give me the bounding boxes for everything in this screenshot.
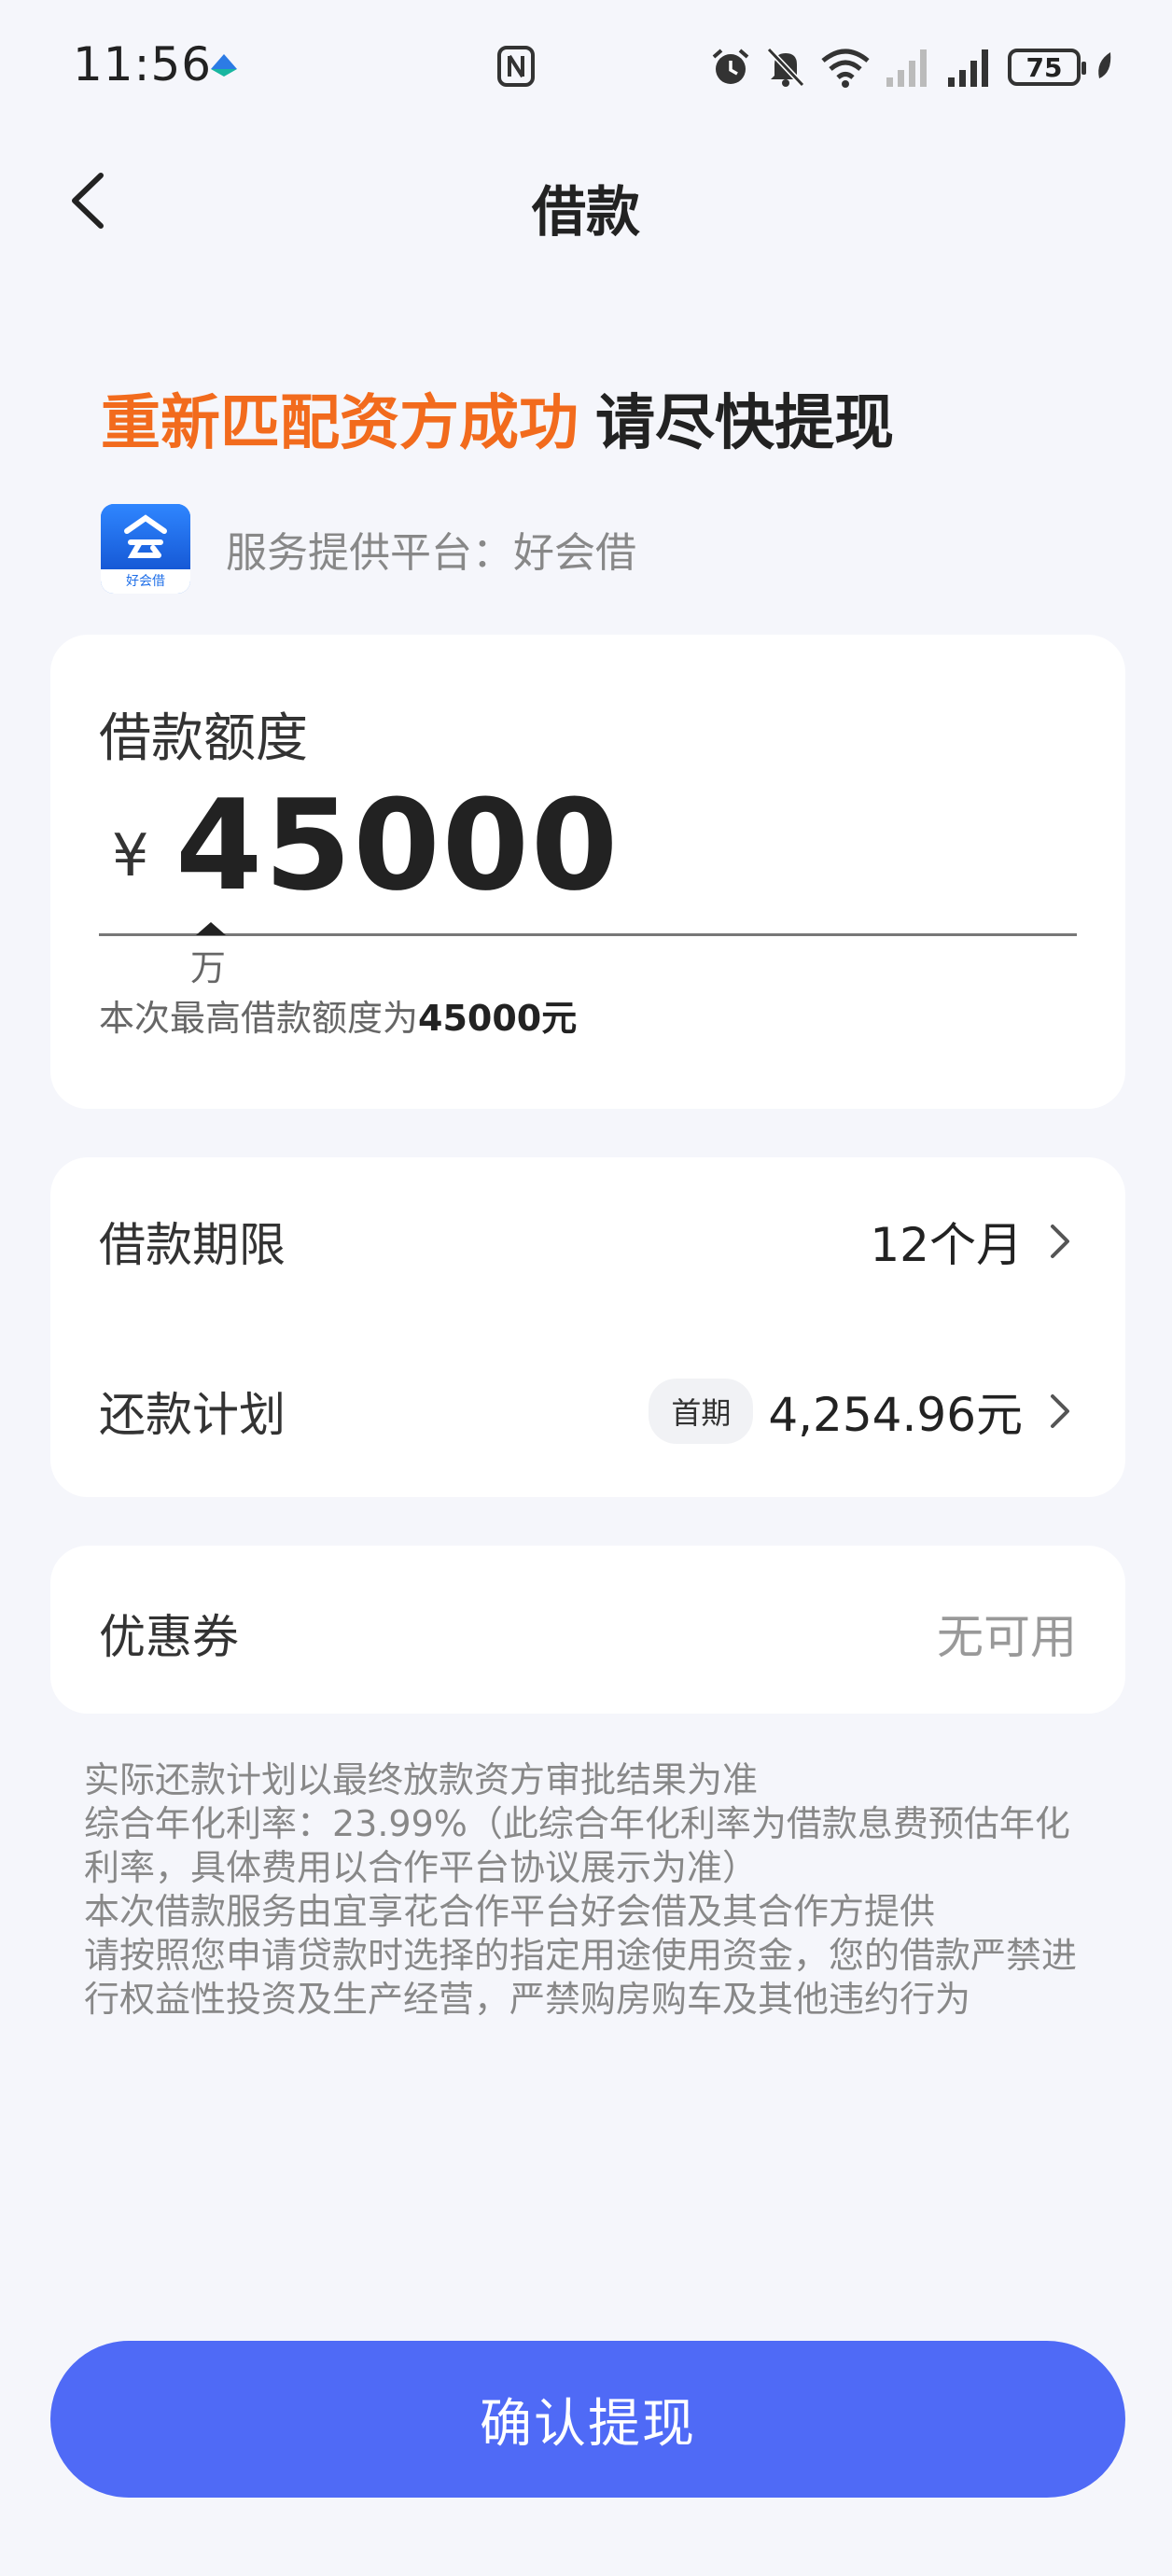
loan-period-row[interactable]: 借款期限 12个月 — [99, 1185, 1077, 1297]
app-notification-icon — [211, 54, 237, 77]
loan-terms-card: 借款期限 12个月 还款计划 首期 4,254.96元 — [50, 1157, 1125, 1497]
alarm-icon — [712, 49, 749, 84]
repayment-plan-label: 还款计划 — [99, 1388, 286, 1442]
headline-highlight: 重新匹配资方成功 — [101, 389, 579, 458]
amount-hint: 本次最高借款额度为45000元 — [99, 989, 577, 1041]
loan-period-label: 借款期限 — [99, 1218, 286, 1272]
coupon-label: 优惠券 — [99, 1610, 239, 1664]
first-period-badge: 首期 — [649, 1379, 754, 1444]
currency-symbol: ¥ — [112, 821, 149, 889]
page-title: 借款 — [531, 180, 640, 244]
provider-logo: 好会借 — [101, 504, 190, 594]
amount-hint-prefix: 本次最高借款额度为 — [99, 998, 419, 1039]
headline-text: 请尽快提现 — [595, 389, 894, 458]
status-bar: 11:56 75 — [0, 0, 1172, 131]
amount-unit: 万 — [190, 947, 227, 988]
disclaimer-line: 综合年化利率：23.99%（此综合年化利率为借款息费预估年化利率，具体费用以合作… — [84, 1803, 1070, 1888]
coupon-value: 无可用 — [937, 1610, 1077, 1664]
amount-underline — [99, 933, 1077, 936]
amount-label: 借款额度 — [99, 708, 308, 769]
signal-icon — [886, 49, 927, 87]
chevron-right-icon — [1051, 1394, 1069, 1428]
nav-bar: 借款 — [0, 149, 1172, 252]
disclaimer-line: 实际还款计划以最终放款资方审批结果为准 — [84, 1759, 759, 1800]
chevron-right-icon — [1051, 1225, 1069, 1258]
disclaimer-line: 请按照您申请贷款时选择的指定用途使用资金，您的借款严禁进行权益性投资及生产经营，… — [84, 1935, 1078, 2020]
wifi-icon — [821, 49, 870, 88]
amount-hint-value: 45000元 — [418, 998, 578, 1039]
battery-icon: 75 — [1008, 49, 1086, 86]
signal-icon — [948, 49, 988, 87]
loan-period-value: 12个月 — [870, 1218, 1023, 1272]
caret-up-icon — [196, 922, 226, 935]
coupon-row[interactable]: 优惠券 无可用 — [50, 1546, 1125, 1714]
confirm-withdraw-button[interactable]: 确认提现 — [50, 2341, 1125, 2498]
nfc-icon — [497, 46, 535, 87]
loan-amount-card: 借款额度 ¥ 45000 万 本次最高借款额度为45000元 — [50, 635, 1125, 1109]
headline: 重新匹配资方成功 请尽快提现 — [101, 375, 894, 461]
provider-text: 服务提供平台：好会借 — [226, 529, 636, 577]
provider-logo-label: 好会借 — [101, 569, 190, 594]
repayment-plan-row[interactable]: 还款计划 首期 4,254.96元 — [99, 1355, 1077, 1467]
mute-icon — [766, 47, 805, 88]
status-time: 11:56 — [73, 37, 213, 91]
disclaimer: 实际还款计划以最终放款资方审批结果为准 综合年化利率：23.99%（此综合年化利… — [84, 1758, 1092, 2022]
disclaimer-line: 本次借款服务由宜享花合作平台好会借及其合作方提供 — [84, 1891, 936, 1932]
provider-logo-icon — [124, 514, 167, 558]
amount-input[interactable]: 45000 — [175, 773, 620, 918]
provider-row: 好会借 服务提供平台：好会借 — [101, 502, 636, 595]
status-icons: 75 — [709, 43, 1114, 91]
repayment-plan-value: 4,254.96元 — [768, 1388, 1023, 1442]
leaf-icon — [1098, 52, 1111, 78]
